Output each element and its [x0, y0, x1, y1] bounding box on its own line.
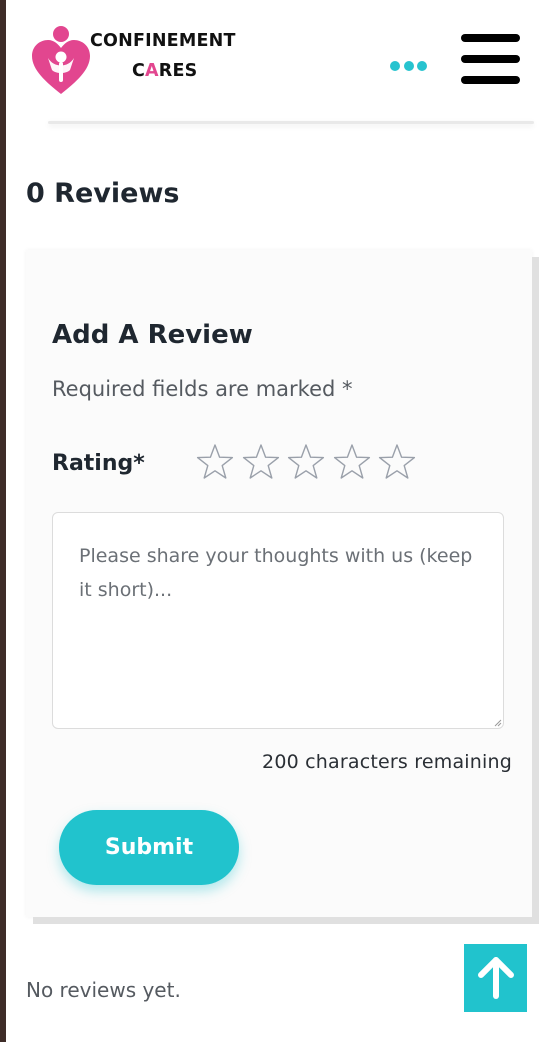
- logo-line-1: CONFINEMENT: [90, 31, 236, 51]
- logo-icon[interactable]: [28, 24, 94, 96]
- rating-label: Rating*: [52, 451, 145, 476]
- star-icon[interactable]: [242, 443, 280, 481]
- required-fields-note: Required fields are marked *: [52, 377, 353, 401]
- page: CONFINEMENT CARES 0 Reviews Add A Review…: [6, 0, 548, 1042]
- submit-button[interactable]: Submit: [59, 810, 239, 885]
- review-form-card: Add A Review Required fields are marked …: [26, 250, 532, 917]
- logo-line-2: CARES: [132, 60, 250, 81]
- logo-letters: RES: [158, 60, 198, 81]
- review-textarea[interactable]: [52, 512, 504, 729]
- logo-letter: C: [132, 60, 146, 81]
- header-divider: [48, 121, 534, 124]
- hamburger-menu-icon[interactable]: [461, 34, 520, 86]
- characters-remaining: 200 characters remaining: [262, 751, 512, 773]
- resize-grip-icon[interactable]: [494, 719, 502, 727]
- star-icon[interactable]: [378, 443, 416, 481]
- more-dots-icon[interactable]: [390, 56, 434, 71]
- arrow-up-icon: [478, 957, 514, 999]
- reviews-count-title: 0 Reviews: [26, 178, 180, 209]
- add-review-title: Add A Review: [52, 320, 253, 350]
- back-to-top-button[interactable]: [464, 944, 527, 1012]
- star-icon[interactable]: [196, 443, 234, 481]
- logo-wordmark[interactable]: CONFINEMENT CARES: [90, 31, 250, 81]
- no-reviews-text: No reviews yet.: [26, 978, 181, 1002]
- star-icon[interactable]: [287, 443, 325, 481]
- site-header: CONFINEMENT CARES: [6, 0, 548, 122]
- rating-stars: [196, 443, 421, 481]
- logo-accent-letter: A: [145, 60, 159, 81]
- star-icon[interactable]: [333, 443, 371, 481]
